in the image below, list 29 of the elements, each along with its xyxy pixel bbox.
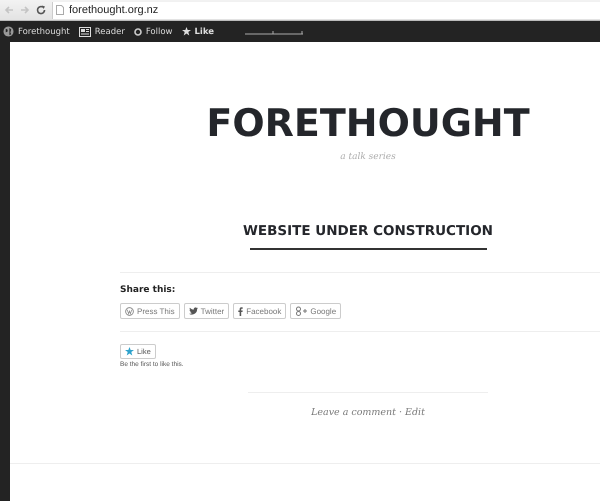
google-plus-icon — [295, 306, 308, 316]
leave-comment-link[interactable]: Leave a comment — [311, 407, 396, 418]
circle-icon — [134, 28, 142, 36]
wordpress-icon — [125, 306, 134, 316]
bird-icon — [188, 307, 198, 315]
share-button[interactable]: Press This — [120, 303, 180, 319]
url-text: forethought.org.nz — [69, 4, 158, 16]
share-button[interactable]: Google — [290, 303, 342, 319]
star-icon — [125, 347, 134, 356]
reload-icon[interactable] — [36, 5, 46, 15]
star-icon — [182, 27, 191, 36]
separator: · — [399, 407, 402, 418]
edit-link[interactable]: Edit — [405, 407, 425, 418]
forward-icon[interactable] — [20, 5, 30, 15]
back-icon[interactable] — [4, 5, 14, 15]
facebook-icon — [238, 306, 244, 316]
address-bar[interactable]: forethought.org.nz — [52, 2, 600, 18]
post-title: WEBSITE UNDER CONSTRUCTION — [243, 223, 493, 239]
share-heading: Share this: — [120, 285, 176, 295]
site-title: FORETHOUGHT — [206, 100, 530, 147]
page-icon — [56, 5, 64, 15]
site-tagline: a talk series — [340, 152, 396, 162]
admin-bar-link[interactable]: Follow — [134, 26, 173, 36]
share-button[interactable]: Twitter — [184, 303, 230, 319]
share-button[interactable]: Facebook — [233, 303, 286, 319]
admin-bar-link[interactable]: Reader — [78, 26, 125, 36]
reader-icon — [78, 26, 91, 36]
admin-bar-link[interactable]: Forethought — [3, 26, 70, 37]
admin-bar-link[interactable]: Like — [182, 26, 214, 36]
